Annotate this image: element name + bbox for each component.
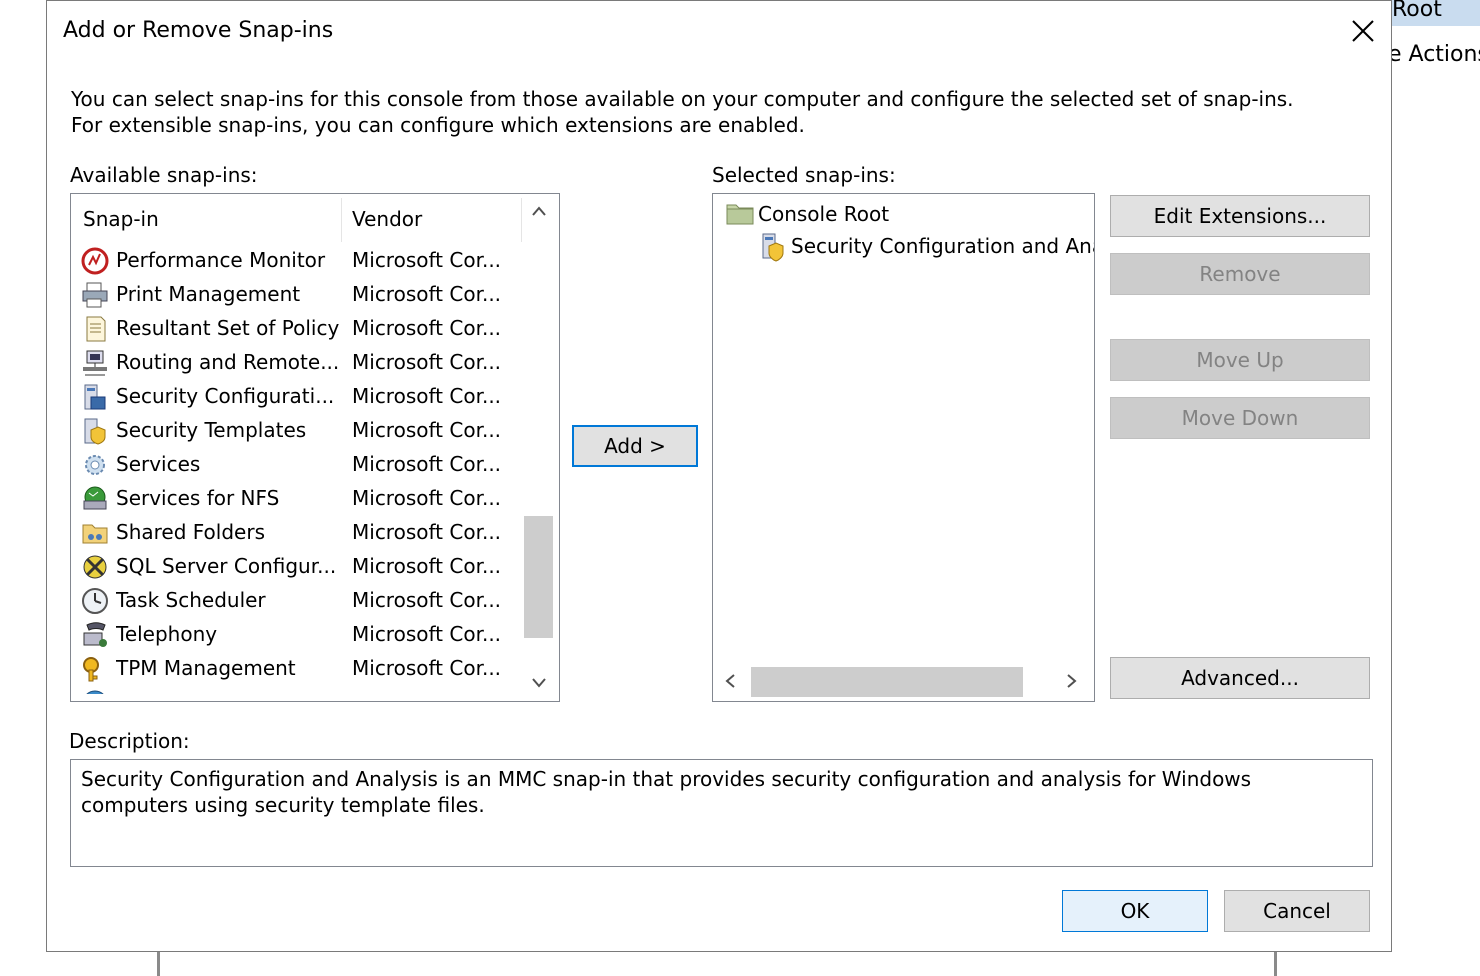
column-header-vendor[interactable]: Vendor	[352, 194, 517, 244]
list-item[interactable]: TPM Management Microsoft Cor...	[71, 652, 523, 686]
list-item[interactable]: Performance Monitor Microsoft Cor...	[71, 244, 523, 278]
background-root-label: Root	[1392, 0, 1442, 22]
snapin-vendor: Microsoft Cor...	[352, 452, 502, 476]
column-divider	[341, 198, 342, 242]
ok-button[interactable]: OK	[1062, 890, 1208, 932]
services-gear-icon	[85, 455, 105, 475]
snapin-name: TPM Management	[116, 656, 296, 680]
snapin-name: Security Configurati...	[116, 384, 335, 408]
list-item[interactable]: Resultant Set of Policy Microsoft Cor...	[71, 312, 523, 346]
performance-monitor-icon	[81, 247, 109, 275]
close-button[interactable]	[1337, 9, 1387, 53]
security-templates-icon	[84, 418, 106, 445]
folder-icon	[726, 204, 754, 225]
globe-icon	[86, 690, 104, 694]
snapin-name: Shared Folders	[116, 520, 265, 544]
move-up-button[interactable]: Move Up	[1110, 339, 1370, 381]
close-icon	[1352, 20, 1374, 42]
nfs-icon	[83, 486, 107, 510]
list-item[interactable]: Telephony Microsoft Cor...	[71, 618, 523, 652]
snapin-name: Security Templates	[116, 418, 307, 442]
list-item[interactable]: Print Management Microsoft Cor...	[71, 278, 523, 312]
routing-computer-icon	[83, 350, 107, 376]
snapin-name: Print Management	[116, 282, 301, 306]
background-actions-label: e Actions	[1388, 42, 1480, 67]
snapin-vendor: Microsoft Cor...	[352, 520, 502, 544]
clock-icon	[82, 588, 108, 614]
snapin-name: Services	[116, 452, 201, 476]
description-label: Description:	[69, 729, 190, 753]
snapin-vendor: Microsoft Cor...	[352, 248, 502, 272]
snapin-vendor: Microsoft Cor...	[352, 622, 502, 646]
list-item[interactable]: Routing and Remote... Microsoft Cor...	[71, 346, 523, 380]
list-item-partial[interactable]	[71, 686, 523, 694]
horizontal-scrollbar-thumb[interactable]	[751, 667, 1023, 697]
scroll-up-arrow-icon[interactable]	[530, 202, 548, 223]
shared-folder-icon	[82, 524, 108, 544]
add-button[interactable]: Add >	[572, 425, 698, 467]
available-snapins-label: Available snap-ins:	[70, 163, 258, 187]
cancel-button[interactable]: Cancel	[1224, 890, 1370, 932]
selected-snapins-tree[interactable]: Console Root Security Configuration and …	[712, 193, 1095, 702]
policy-document-icon	[86, 316, 106, 342]
snapin-name: Performance Monitor	[116, 248, 326, 272]
snapin-vendor: Microsoft Cor...	[352, 554, 502, 578]
background-divider	[1274, 952, 1277, 976]
add-remove-snapins-dialog: Add or Remove Snap-ins You can select sn…	[46, 0, 1392, 952]
snapin-vendor: Microsoft Cor...	[352, 350, 502, 374]
snapin-name: Task Scheduler	[116, 588, 266, 612]
tree-item-label: Console Root	[758, 202, 890, 226]
background-divider	[157, 952, 160, 976]
vertical-scrollbar-thumb[interactable]	[524, 516, 553, 638]
tpm-key-icon	[83, 657, 99, 682]
column-header-snapin[interactable]: Snap-in	[83, 194, 338, 244]
scroll-down-arrow-icon[interactable]	[530, 674, 548, 695]
description-text: Security Configuration and Analysis is a…	[70, 759, 1373, 867]
snapin-name: SQL Server Configur...	[116, 554, 337, 578]
snapin-vendor: Microsoft Cor...	[352, 486, 502, 510]
snapin-name: Routing and Remote...	[116, 350, 340, 374]
selected-snapins-label: Selected snap-ins:	[712, 163, 896, 187]
snapin-vendor: Microsoft Cor...	[352, 316, 502, 340]
tree-item-label: Security Configuration and Ana	[791, 234, 1095, 258]
list-item[interactable]: Security Templates Microsoft Cor...	[71, 414, 523, 448]
sql-tools-icon	[83, 555, 107, 579]
list-item[interactable]: Shared Folders Microsoft Cor...	[71, 516, 523, 550]
snapin-vendor: Microsoft Cor...	[352, 282, 502, 306]
printer-icon	[82, 282, 108, 308]
background-window	[1392, 0, 1480, 976]
list-item[interactable]: SQL Server Configur... Microsoft Cor...	[71, 550, 523, 584]
list-item[interactable]: Services for NFS Microsoft Cor...	[71, 482, 523, 516]
telephony-icon	[83, 622, 107, 647]
tree-item-security-configuration[interactable]: Security Configuration and Ana	[759, 232, 1095, 264]
edit-extensions-button[interactable]: Edit Extensions...	[1110, 195, 1370, 237]
available-snapins-list[interactable]: Snap-in Vendor Performance Monitor Micros…	[70, 193, 560, 702]
security-config-icon	[84, 384, 106, 410]
list-item[interactable]: Task Scheduler Microsoft Cor...	[71, 584, 523, 618]
snapin-vendor: Microsoft Cor...	[352, 656, 502, 680]
security-config-icon	[762, 233, 784, 262]
scroll-right-arrow-icon[interactable]	[1065, 672, 1079, 695]
available-snapins-rows: Performance Monitor Microsoft Cor... Print…	[71, 244, 523, 694]
move-down-button[interactable]: Move Down	[1110, 397, 1370, 439]
scroll-left-arrow-icon[interactable]	[723, 672, 737, 695]
advanced-button[interactable]: Advanced...	[1110, 657, 1370, 699]
snapin-vendor: Microsoft Cor...	[352, 588, 502, 612]
remove-button[interactable]: Remove	[1110, 253, 1370, 295]
intro-text: You can select snap-ins for this console…	[71, 87, 1294, 137]
list-item[interactable]: Services Microsoft Cor...	[71, 448, 523, 482]
snapin-vendor: Microsoft Cor...	[352, 384, 502, 408]
snapin-name: Resultant Set of Policy	[116, 316, 340, 340]
snapin-name: Telephony	[116, 622, 218, 646]
list-item[interactable]: Security Configurati... Microsoft Cor...	[71, 380, 523, 414]
dialog-title: Add or Remove Snap-ins	[63, 18, 334, 43]
column-divider	[521, 198, 522, 242]
snapin-vendor: Microsoft Cor...	[352, 418, 502, 442]
snapin-name: Services for NFS	[116, 486, 280, 510]
